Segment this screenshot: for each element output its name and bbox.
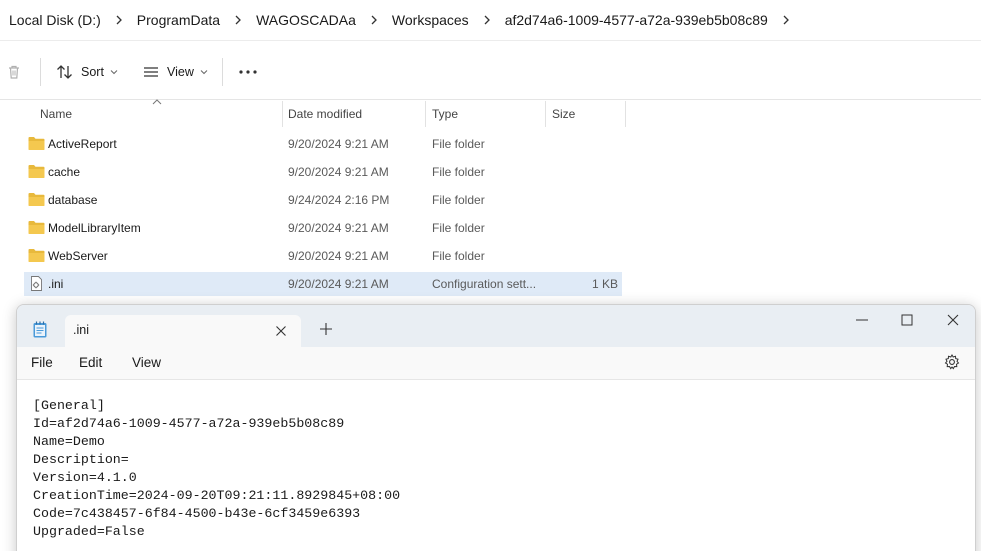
chevron-down-icon — [200, 70, 208, 75]
file-date-modified: 9/20/2024 9:21 AM — [288, 137, 389, 151]
view-label: View — [167, 65, 194, 79]
breadcrumb-item-workspaces[interactable]: Workspaces — [392, 12, 469, 28]
sort-arrows-icon — [57, 65, 72, 79]
file-type: File folder — [432, 249, 485, 263]
file-size — [544, 160, 618, 184]
folder-icon — [28, 193, 45, 206]
file-row[interactable]: database 9/24/2024 2:16 PM File folder — [24, 188, 622, 212]
file-row[interactable]: ActiveReport 9/20/2024 9:21 AM File folder — [24, 132, 622, 156]
file-type: File folder — [432, 193, 485, 207]
file-date-modified: 9/20/2024 9:21 AM — [288, 277, 389, 291]
sort-button[interactable]: Sort — [56, 60, 118, 84]
file-row[interactable]: WebServer 9/20/2024 9:21 AM File folder — [24, 244, 622, 268]
text-line: Name=Demo — [33, 434, 105, 449]
file-row[interactable]: ModelLibraryItem 9/20/2024 9:21 AM File fo… — [24, 216, 622, 240]
menu-file[interactable]: File — [31, 355, 53, 370]
file-date-modified: 9/20/2024 9:21 AM — [288, 221, 389, 235]
tab-title: .ini — [73, 323, 89, 337]
file-date-modified: 9/20/2024 9:21 AM — [288, 249, 389, 263]
column-divider[interactable] — [545, 101, 546, 127]
file-name: cache — [48, 165, 81, 179]
file-name: ActiveReport — [48, 137, 117, 151]
file-type: File folder — [432, 165, 485, 179]
divider — [0, 40, 981, 41]
file-date-modified: 9/24/2024 2:16 PM — [288, 193, 390, 207]
folder-icon — [28, 137, 45, 150]
maximize-icon[interactable] — [900, 313, 914, 327]
divider — [40, 58, 41, 86]
more-dots-icon — [239, 70, 257, 74]
column-header-name[interactable]: Name — [40, 101, 72, 127]
file-name: database — [48, 193, 98, 207]
chevron-right-icon[interactable] — [469, 15, 505, 25]
file-name: ModelLibraryItem — [48, 221, 141, 235]
text-line: Upgraded=False — [33, 524, 145, 539]
close-tab-icon[interactable] — [275, 325, 287, 337]
text-line: CreationTime=2024-09-20T09:21:11.8929845… — [33, 488, 401, 503]
file-size — [544, 244, 618, 268]
list-view-icon — [144, 67, 158, 77]
sort-label: Sort — [81, 65, 104, 79]
menu-edit[interactable]: Edit — [79, 355, 102, 370]
column-header-size[interactable]: Size — [552, 101, 575, 127]
chevron-right-icon[interactable] — [768, 15, 804, 25]
address-breadcrumb: Local Disk (D:) ProgramData WAGOSCADAa W… — [0, 0, 981, 40]
file-type: Configuration sett... — [432, 277, 537, 291]
file-size — [544, 216, 618, 240]
chevron-right-icon[interactable] — [220, 15, 256, 25]
column-header-date[interactable]: Date modified — [288, 101, 362, 127]
file-date-modified: 9/20/2024 9:21 AM — [288, 165, 389, 179]
title-bar[interactable]: .ini — [17, 305, 975, 347]
command-bar: Sort View — [0, 40, 981, 100]
minimize-icon[interactable] — [855, 313, 869, 327]
trash-icon — [9, 65, 19, 79]
file-size — [544, 132, 618, 156]
file-type: File folder — [432, 137, 485, 151]
view-button[interactable]: View — [143, 60, 208, 84]
file-name: .ini — [48, 277, 64, 291]
file-size — [544, 188, 618, 212]
folder-icon — [28, 165, 45, 178]
breadcrumb-item-programdata[interactable]: ProgramData — [137, 12, 220, 28]
chevron-right-icon[interactable] — [356, 15, 392, 25]
close-icon[interactable] — [946, 313, 960, 327]
text-line: Description= — [33, 452, 129, 467]
menu-bar: File Edit View — [17, 347, 975, 379]
notepad-app-icon — [33, 321, 47, 338]
file-size: 1 KB — [591, 277, 618, 291]
folder-icon — [28, 249, 45, 262]
tab-ini[interactable]: .ini — [65, 315, 301, 347]
gear-icon[interactable] — [944, 354, 960, 370]
file-name: WebServer — [48, 249, 108, 263]
chevron-right-icon[interactable] — [101, 15, 137, 25]
file-row[interactable]: cache 9/20/2024 9:21 AM File folder — [24, 160, 622, 184]
column-divider[interactable] — [425, 101, 426, 127]
text-line: Version=4.1.0 — [33, 470, 137, 485]
notepad-window: .ini File Edit View [General] Id=af2d74a6… — [16, 304, 976, 551]
text-editor[interactable]: [General] Id=af2d74a6-1009-4577-a72a-939e… — [17, 379, 975, 551]
text-line: [General] — [33, 398, 105, 413]
file-type: File folder — [432, 221, 485, 235]
folder-icon — [28, 221, 45, 234]
sort-ascending-icon — [152, 99, 162, 105]
breadcrumb-item-wagoscadaa[interactable]: WAGOSCADAa — [256, 12, 356, 28]
divider — [222, 58, 223, 86]
text-line: Code=7c438457-6f84-4500-b43e-6cf3459e639… — [33, 506, 361, 521]
file-row[interactable]: .ini 9/20/2024 9:21 AM Configuration sett.… — [24, 272, 622, 296]
column-divider[interactable] — [625, 101, 626, 127]
config-file-icon — [31, 276, 42, 291]
delete-button[interactable] — [6, 60, 22, 84]
menu-view[interactable]: View — [132, 355, 161, 370]
breadcrumb-item-local-disk[interactable]: Local Disk (D:) — [9, 12, 101, 28]
chevron-down-icon — [110, 70, 118, 75]
column-divider[interactable] — [282, 101, 283, 127]
see-more-button[interactable] — [238, 60, 258, 84]
new-tab-icon[interactable] — [319, 322, 333, 336]
breadcrumb-item-workspace-id[interactable]: af2d74a6-1009-4577-a72a-939eb5b08c89 — [505, 12, 768, 28]
column-header-type[interactable]: Type — [432, 101, 458, 127]
text-line: Id=af2d74a6-1009-4577-a72a-939eb5b08c89 — [33, 416, 345, 431]
